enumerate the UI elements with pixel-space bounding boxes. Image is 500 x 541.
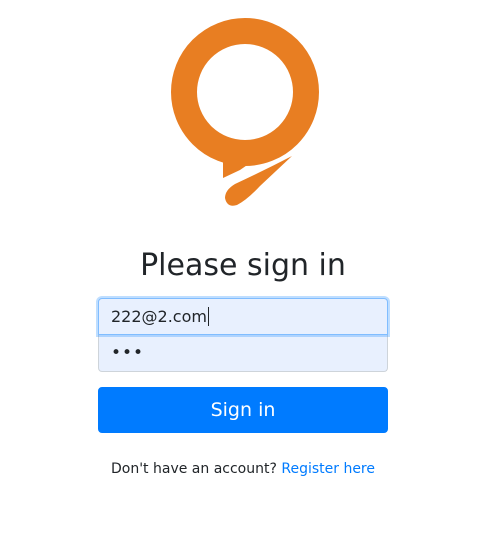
text-caret bbox=[207, 307, 209, 326]
password-value: ••• bbox=[111, 343, 145, 363]
sign-in-form: 222@2.com ••• bbox=[98, 298, 388, 372]
sign-in-page: Please sign in 222@2.com ••• Sign in Don… bbox=[0, 0, 500, 541]
logo-icon bbox=[171, 18, 319, 206]
sign-in-button[interactable]: Sign in bbox=[98, 387, 388, 433]
register-link[interactable]: Register here bbox=[281, 461, 375, 477]
register-prompt: Don't have an account? Register here bbox=[0, 459, 486, 479]
password-field[interactable]: ••• bbox=[98, 335, 388, 372]
register-prompt-text: Don't have an account? bbox=[110, 461, 277, 477]
page-title: Please sign in bbox=[140, 248, 346, 283]
email-field[interactable]: 222@2.com bbox=[98, 298, 388, 335]
email-value: 222@2.com bbox=[111, 307, 207, 326]
